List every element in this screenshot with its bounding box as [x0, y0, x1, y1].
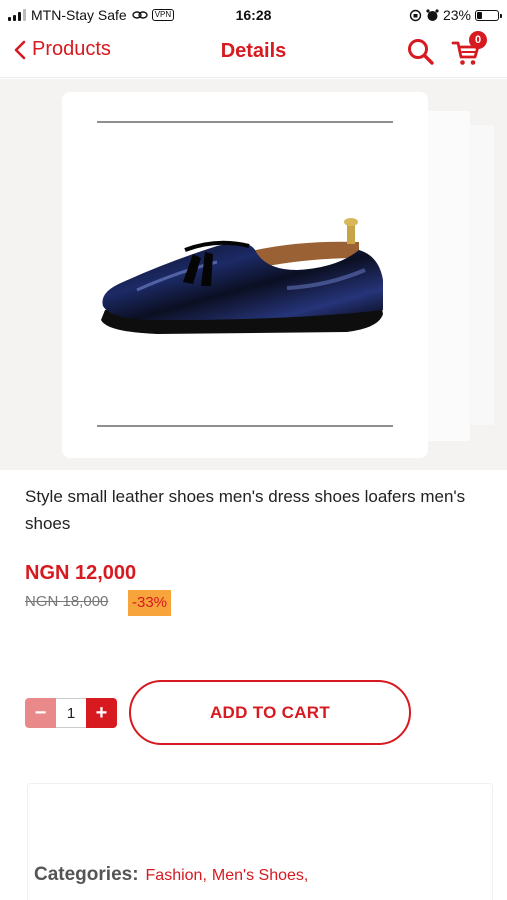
category-link-fashion[interactable]: Fashion, — [146, 867, 207, 885]
increase-quantity-button[interactable]: + — [86, 698, 117, 728]
alarm-icon — [426, 8, 439, 21]
status-bar: MTN-Stay Safe VPN 16:28 23% — [0, 0, 507, 30]
link-icon — [132, 11, 148, 19]
product-title: Style small leather shoes men's dress sh… — [25, 487, 466, 533]
product-image-gallery[interactable] — [0, 79, 507, 470]
orientation-lock-icon — [409, 9, 422, 21]
quantity-stepper: − + — [25, 698, 117, 728]
decrease-quantity-button[interactable]: − — [25, 698, 56, 728]
original-price: NGN 18,000 — [25, 593, 109, 610]
search-button[interactable] — [406, 37, 436, 67]
image-divider — [97, 425, 393, 427]
image-divider — [97, 121, 393, 123]
category-link-mens-shoes[interactable]: Men's Shoes, — [212, 867, 308, 885]
discount-badge: -33% — [128, 590, 172, 616]
cart-count-badge: 0 — [469, 31, 487, 49]
add-to-cart-button[interactable]: ADD TO CART — [129, 680, 411, 745]
signal-icon — [8, 9, 26, 21]
shoe-image — [101, 218, 383, 334]
quantity-input[interactable] — [56, 698, 86, 728]
next-slide-preview — [428, 111, 470, 441]
vpn-badge: VPN — [151, 9, 175, 21]
battery-icon — [475, 9, 502, 21]
categories-row: Categories: Fashion, Men's Shoes, — [34, 864, 308, 886]
battery-percent: 23% — [442, 7, 471, 23]
next-slide-preview — [470, 125, 494, 425]
product-image — [62, 92, 428, 458]
categories-label: Categories: — [34, 864, 139, 885]
nav-bar: Products Details 0 — [0, 30, 507, 78]
chevron-left-icon — [14, 40, 26, 59]
product-price: NGN 12,000 — [25, 562, 137, 584]
carrier-name: MTN-Stay Safe — [31, 7, 127, 23]
search-icon — [408, 39, 434, 65]
back-button[interactable]: Products — [14, 38, 111, 61]
status-time: 16:28 — [235, 7, 272, 23]
back-label: Products — [32, 38, 111, 60]
cart-button[interactable]: 0 — [451, 31, 487, 69]
